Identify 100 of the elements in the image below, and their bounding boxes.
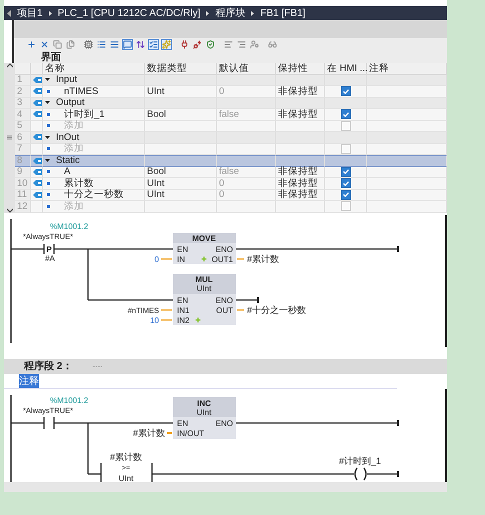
toolbar-button[interactable]	[135, 39, 146, 50]
compare-symbol[interactable]	[100, 462, 153, 482]
bullet-icon	[47, 90, 50, 93]
star-icon	[195, 316, 201, 322]
scroll-thumb-icon[interactable]	[7, 135, 12, 140]
add-placeholder[interactable]: 添加	[64, 200, 84, 213]
breadcrumb-item[interactable]: PLC_1 [CPU 1212C AC/DC/Rly]	[58, 8, 200, 18]
inc-block[interactable]	[173, 396, 236, 438]
caret-icon[interactable]	[45, 134, 50, 140]
row-number[interactable]: 3	[15, 98, 31, 109]
toolbar-button[interactable]	[205, 39, 216, 50]
wire	[236, 298, 258, 300]
toolbar-button[interactable]	[122, 39, 133, 50]
breadcrumb-item[interactable]: 项目1	[17, 6, 43, 20]
breadcrumb-item[interactable]: FB1 [FB1]	[260, 8, 306, 18]
close-icon	[40, 40, 49, 49]
row-number[interactable]: 6	[15, 132, 31, 144]
caret-icon[interactable]	[45, 77, 50, 82]
align-left-icon	[224, 40, 233, 49]
toolbar-button[interactable]	[39, 39, 50, 50]
row-number[interactable]: 5	[15, 120, 31, 132]
lines-icon	[110, 40, 119, 49]
contact-symbol[interactable]	[43, 244, 55, 254]
table-cell	[276, 132, 325, 144]
operand-label: #累计数	[110, 452, 142, 462]
toolbar-button[interactable]	[192, 39, 203, 50]
network-title: 程序段 2：	[24, 359, 72, 373]
contact-symbol[interactable]	[43, 416, 55, 428]
table-cell: 非保持型	[276, 166, 325, 178]
block-type: UInt	[118, 474, 134, 482]
column-header[interactable]: 名称	[43, 63, 145, 74]
tag-icon	[33, 158, 42, 164]
column-header[interactable]: 数据类型	[145, 63, 217, 74]
files-icon	[66, 40, 75, 49]
row-number[interactable]: 9	[15, 166, 31, 178]
table-cell	[217, 74, 276, 86]
operand-label: #十分之一秒数	[247, 304, 306, 314]
column-header[interactable]: 在 HMI ...	[325, 63, 367, 74]
toolbar-button[interactable]	[26, 39, 37, 50]
scrollbar[interactable]	[4, 63, 15, 212]
caret-icon[interactable]	[45, 100, 50, 106]
bullet-icon	[47, 193, 50, 196]
wire	[11, 422, 44, 424]
checkbox[interactable]	[341, 178, 351, 188]
coil-symbol[interactable]	[354, 466, 367, 480]
section-title: 界面	[41, 50, 61, 64]
network-comment[interactable]: 注释	[19, 374, 39, 388]
operand-label: #累计数	[132, 428, 165, 438]
row-number[interactable]: 8	[15, 155, 31, 166]
section-name: Static	[56, 155, 80, 166]
checkbox[interactable]	[341, 86, 351, 96]
column-header[interactable]: 默认值	[217, 63, 276, 74]
star-icon	[201, 256, 207, 262]
table-cell: UInt	[145, 190, 217, 201]
toolbar-button[interactable]	[236, 39, 247, 50]
row-number[interactable]: 11	[15, 190, 31, 201]
shield-check-icon	[206, 40, 215, 49]
column-header[interactable]: 保持性	[276, 63, 325, 74]
block-type: UInt	[196, 284, 212, 292]
add-placeholder[interactable]: 添加	[64, 119, 84, 132]
row-number[interactable]: 10	[15, 178, 31, 190]
pin-label: OUT	[216, 306, 233, 314]
toolbar-button[interactable]	[83, 39, 94, 50]
toolbar-button[interactable]	[161, 39, 172, 50]
toolbar-button[interactable]	[179, 39, 190, 50]
pin-label: OUT1	[212, 254, 233, 264]
table-cell: 0	[217, 178, 276, 190]
table-cell	[217, 98, 276, 109]
column-header[interactable]: 注释	[367, 63, 447, 74]
row-number[interactable]: 12	[15, 201, 31, 212]
table-cell: 非保持型	[276, 109, 325, 120]
add-placeholder[interactable]: 添加	[64, 142, 84, 156]
plug-icon	[180, 40, 189, 49]
breadcrumb-item[interactable]: 程序块	[215, 6, 246, 20]
mul-block[interactable]	[173, 274, 236, 324]
speech-bubble-icon	[123, 40, 132, 49]
wire-end	[397, 246, 399, 252]
block-type: UInt	[196, 408, 212, 416]
toolbar-button[interactable]	[148, 39, 159, 50]
checkbox[interactable]	[341, 109, 351, 120]
checkbox[interactable]	[341, 166, 351, 177]
table-cell: UInt	[145, 86, 217, 98]
wire-end	[397, 470, 399, 476]
checkbox[interactable]	[341, 190, 351, 200]
left-arrow-icon[interactable]	[7, 10, 11, 16]
block-title: MUL	[195, 274, 213, 284]
table-cell	[276, 74, 325, 86]
toolbar-button[interactable]	[109, 39, 120, 50]
row-number[interactable]: 1	[15, 74, 31, 86]
table-cell: Bool	[145, 109, 217, 120]
bullet-icon	[47, 170, 50, 174]
pin-label: EN	[177, 296, 188, 304]
toolbar-button[interactable]	[223, 39, 234, 50]
row-number[interactable]: 2	[15, 86, 31, 98]
row-number[interactable]: 7	[15, 144, 31, 155]
row-number[interactable]: 4	[15, 109, 31, 120]
table-cell	[217, 120, 276, 132]
caret-icon[interactable]	[45, 158, 50, 164]
move-block[interactable]	[173, 232, 236, 264]
block-title: INC	[197, 398, 211, 408]
